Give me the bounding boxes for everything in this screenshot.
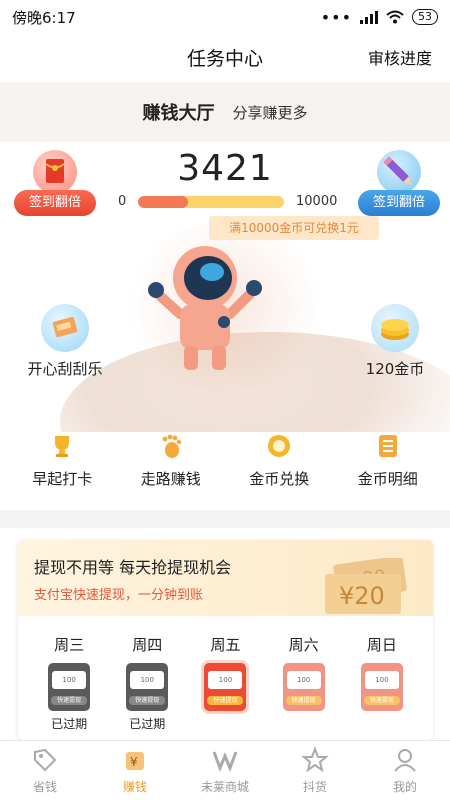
weekday-label: 周四: [132, 636, 163, 654]
weekday-item[interactable]: 周三 100 快速提现已过期: [39, 634, 99, 731]
tab-earn-money[interactable]: ¥ 赚钱: [90, 746, 180, 795]
earning-hall-header: 赚钱大厅 分享赚更多: [0, 82, 450, 142]
weekday-label: 周六: [288, 636, 319, 654]
tab-label: 抖货: [302, 780, 327, 794]
envelope-amount: 100: [364, 671, 399, 689]
tab-mine[interactable]: 我的: [360, 746, 450, 795]
star-icon: [301, 746, 329, 773]
coin-progress-bar: [138, 196, 284, 208]
quick-action-walk-earn[interactable]: 走路赚钱: [123, 432, 219, 508]
envelope-amount: 100: [52, 671, 87, 689]
signal-icon: [360, 10, 378, 24]
review-progress-link[interactable]: 审核进度: [368, 45, 432, 69]
battery-icon: 53: [412, 9, 438, 25]
tab-save-money[interactable]: 省钱: [0, 746, 90, 795]
mall-icon: [212, 751, 238, 773]
coin-exchange-icon: [268, 435, 291, 457]
red-envelope-icon[interactable]: 100 快速提现: [126, 663, 169, 711]
quick-actions: 早起打卡 走路赚钱 金币兑换 金币明细: [0, 432, 450, 508]
signin-double-button[interactable]: 签到翻倍: [14, 190, 96, 216]
red-envelope-icon[interactable]: 100 快速提现: [48, 663, 91, 711]
envelope-amount: 100: [286, 671, 321, 689]
user-icon: [394, 749, 416, 772]
nav-bar: 任务中心 审核进度: [0, 34, 450, 80]
status-indicators: ••• 53: [321, 8, 438, 27]
section-divider: [0, 510, 450, 528]
signin-double-button-right[interactable]: 签到翻倍: [358, 190, 440, 216]
coins-reward-label: 120金币: [365, 360, 425, 378]
page-title: 任务中心: [186, 47, 263, 70]
ticket-front-amount: ¥20: [339, 582, 385, 610]
quick-action-early-checkin[interactable]: 早起打卡: [14, 432, 110, 508]
hero-section: 3421 0 10000 满10000金币可兑换1元 签到翻倍 签到翻倍 开心刮…: [0, 142, 450, 432]
bottom-tab-bar: 省钱 ¥ 赚钱 未莱商城 抖货 我的: [0, 740, 450, 800]
tab-goods[interactable]: 抖货: [270, 746, 360, 795]
astronaut-illustration: [148, 246, 262, 370]
weekday-status: 已过期: [129, 717, 166, 731]
weekday-item[interactable]: 周五 100 快速提现: [195, 634, 255, 729]
envelope-tag: 快速提现: [285, 696, 322, 705]
scratch-card-feature[interactable]: 开心刮刮乐: [10, 304, 120, 379]
red-envelope-icon[interactable]: 100 快速提现: [204, 663, 247, 711]
quick-action-label: 走路赚钱: [140, 470, 201, 488]
cash-ticket-icon: 20 ¥20: [325, 558, 407, 614]
envelope-tag: 快速提现: [363, 696, 400, 705]
red-envelope-icon[interactable]: 100 快速提现: [282, 663, 325, 711]
tab-label: 省钱: [32, 780, 57, 794]
weekday-label: 周日: [366, 636, 397, 654]
footprint-icon: [162, 434, 181, 458]
hall-title: 赚钱大厅: [142, 103, 215, 124]
svg-text:¥: ¥: [130, 755, 138, 769]
coin-progress-fill: [138, 196, 188, 208]
trophy-icon: [55, 436, 70, 457]
red-packet-icon: [33, 150, 77, 194]
weekday-item[interactable]: 周日 100 快速提现: [352, 634, 412, 729]
envelope-amount: 100: [130, 671, 165, 689]
envelope-tag: 快速提现: [129, 696, 166, 705]
tab-mall[interactable]: 未莱商城: [180, 746, 270, 795]
pencil-icon: [377, 150, 421, 194]
weekday-label: 周五: [210, 636, 241, 654]
share-earn-more-link[interactable]: 分享赚更多: [232, 102, 307, 123]
exchange-tip: 满10000金币可兑换1元: [209, 216, 379, 240]
scratch-card-icon: [41, 304, 89, 352]
tag-icon: [34, 748, 57, 772]
tab-label: 我的: [392, 780, 417, 794]
envelope-amount: 100: [208, 671, 243, 689]
quick-action-coin-details[interactable]: 金币明细: [340, 432, 436, 508]
weekday-item[interactable]: 周四 100 快速提现已过期: [117, 634, 177, 731]
wifi-icon: [386, 10, 404, 24]
quick-action-label: 金币明细: [357, 470, 418, 488]
tab-label: 赚钱: [122, 780, 147, 794]
weekday-row: 周三 100 快速提现已过期 周四 100 快速提现已过期 周五 100 快速提现 周六 100 快速…: [18, 616, 433, 731]
red-envelope-icon[interactable]: 100 快速提现: [360, 663, 403, 711]
tab-label: 未莱商城: [200, 780, 249, 794]
coins-reward-feature[interactable]: 120金币: [340, 304, 450, 379]
progress-max-label: 10000: [296, 194, 338, 209]
withdraw-card: 提现不用等 每天抢提现机会 支付宝快速提现，一分钟到账 20 ¥20 周三 100…: [18, 540, 433, 740]
more-dots-icon: •••: [320, 7, 352, 27]
quick-action-label: 早起打卡: [32, 470, 93, 488]
gold-coins-icon: [371, 304, 419, 352]
list-icon: [378, 435, 397, 457]
money-bag-icon: ¥: [126, 752, 144, 770]
signin-double-right[interactable]: 签到翻倍: [358, 150, 440, 220]
quick-action-label: 金币兑换: [249, 470, 310, 488]
envelope-tag: 快速提现: [207, 696, 244, 705]
status-time: 傍晚6:17: [12, 8, 76, 27]
status-bar: 傍晚6:17 ••• 53: [0, 0, 450, 34]
envelope-tag: 快速提现: [51, 696, 88, 705]
withdraw-card-header: 提现不用等 每天抢提现机会 支付宝快速提现，一分钟到账 20 ¥20: [18, 540, 433, 616]
weekday-item[interactable]: 周六 100 快速提现: [274, 634, 334, 729]
weekday-status: 已过期: [51, 717, 88, 731]
signin-double-left[interactable]: 签到翻倍: [14, 150, 96, 220]
quick-action-coin-exchange[interactable]: 金币兑换: [231, 432, 327, 508]
progress-min-label: 0: [118, 194, 127, 209]
weekday-label: 周三: [54, 636, 85, 654]
scratch-card-label: 开心刮刮乐: [27, 360, 103, 378]
